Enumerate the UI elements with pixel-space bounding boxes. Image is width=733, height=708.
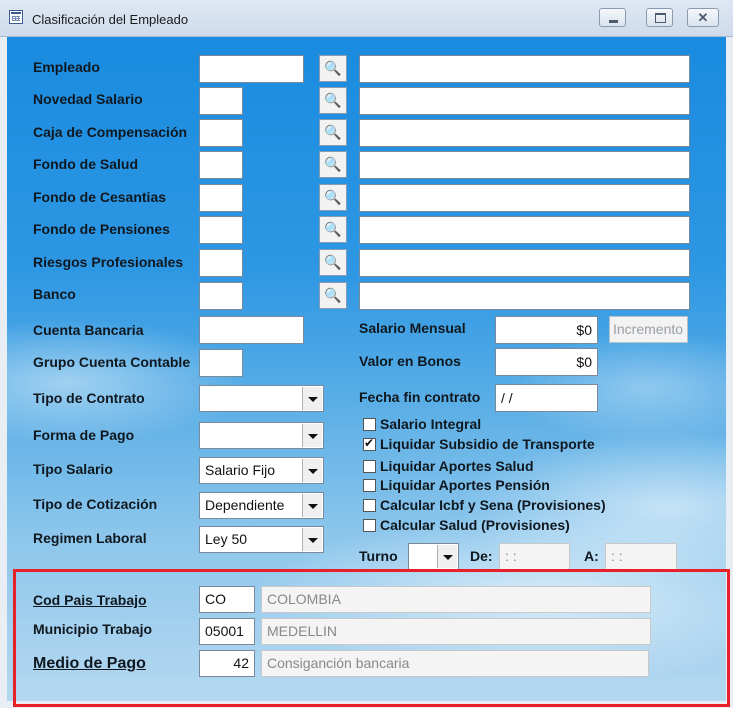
salario-mensual-input[interactable]: $0 [495, 316, 598, 344]
subsidio-transporte-label: Liquidar Subsidio de Transporte [380, 436, 595, 452]
riesgos-profesionales-code-input[interactable] [199, 249, 243, 277]
label-fecha-fin-contrato: Fecha fin contrato [359, 389, 481, 405]
aportes-salud-checkbox[interactable] [363, 460, 376, 473]
chevron-down-icon[interactable] [302, 387, 322, 410]
fondo-salud-search-button[interactable]: 🔍 [319, 151, 347, 178]
highlight-box [13, 569, 730, 707]
calcular-salud-label: Calcular Salud (Provisiones) [380, 517, 570, 533]
salario-integral-checkbox[interactable] [363, 418, 376, 431]
novedad-salario-code-input[interactable] [199, 87, 243, 115]
novedad-salario-desc-field[interactable] [359, 87, 690, 115]
label-grupo-cuenta-contable: Grupo Cuenta Contable [33, 354, 191, 370]
empleado-desc-field[interactable] [359, 55, 690, 83]
caja-compensacion-code-input[interactable] [199, 119, 243, 147]
turno-a-input[interactable]: : : [605, 543, 677, 570]
fondo-pensiones-code-input[interactable] [199, 216, 243, 244]
caja-compensacion-desc-field[interactable] [359, 119, 690, 147]
empleado-code-input[interactable] [199, 55, 304, 83]
riesgos-profesionales-search-button[interactable]: 🔍 [319, 249, 347, 276]
tipo-cotizacion-value: Dependiente [205, 497, 285, 513]
aportes-salud-label: Liquidar Aportes Salud [380, 458, 534, 474]
close-button[interactable]: ✕ [687, 8, 719, 27]
caja-compensacion-search-button[interactable]: 🔍 [319, 119, 347, 146]
icbf-sena-label: Calcular Icbf y Sena (Provisiones) [380, 497, 606, 513]
banco-search-button[interactable]: 🔍 [319, 282, 347, 309]
label-novedad-salario: Novedad Salario [33, 91, 143, 107]
tipo-salario-value: Salario Fijo [205, 462, 276, 478]
regimen-laboral-value: Ley 50 [205, 531, 248, 547]
binoculars-icon: 🔍 [324, 92, 342, 108]
salario-integral-label: Salario Integral [380, 416, 482, 432]
regimen-laboral-select[interactable]: Ley 50 [199, 526, 324, 553]
binoculars-icon: 🔍 [324, 254, 342, 270]
label-empleado: Empleado [33, 59, 100, 75]
aportes-pension-label: Liquidar Aportes Pensión [380, 477, 550, 493]
subsidio-transporte-checkbox[interactable] [363, 436, 376, 451]
riesgos-profesionales-desc-field[interactable] [359, 249, 690, 277]
fondo-pensiones-search-button[interactable]: 🔍 [319, 216, 347, 243]
label-banco: Banco [33, 286, 76, 302]
close-icon: ✕ [697, 10, 709, 25]
fondo-salud-desc-field[interactable] [359, 151, 690, 179]
fondo-cesantias-code-input[interactable] [199, 184, 243, 212]
tipo-salario-select[interactable]: Salario Fijo [199, 457, 324, 484]
banco-desc-field[interactable] [359, 282, 690, 310]
turno-de-input[interactable]: : : [499, 543, 570, 570]
label-riesgos-profesionales: Riesgos Profesionales [33, 254, 184, 270]
grupo-cuenta-contable-input[interactable] [199, 349, 243, 377]
label-fondo-pensiones: Fondo de Pensiones [33, 221, 170, 237]
banco-code-input[interactable] [199, 282, 243, 310]
binoculars-icon: 🔍 [324, 60, 342, 76]
label-valor-bonos: Valor en Bonos [359, 353, 461, 369]
form-icon [9, 10, 23, 24]
fondo-pensiones-desc-field[interactable] [359, 216, 690, 244]
chevron-down-icon[interactable] [302, 528, 322, 551]
valor-bonos-input[interactable]: $0 [495, 348, 598, 376]
binoculars-icon: 🔍 [324, 221, 342, 237]
label-cuenta-bancaria: Cuenta Bancaria [33, 322, 144, 338]
fondo-salud-code-input[interactable] [199, 151, 243, 179]
calcular-salud-checkbox[interactable] [363, 519, 376, 532]
label-turno: Turno [359, 548, 398, 564]
label-a: A: [584, 548, 599, 564]
binoculars-icon: 🔍 [324, 189, 342, 205]
empleado-search-button[interactable]: 🔍 [319, 55, 347, 82]
forma-pago-select[interactable] [199, 422, 324, 449]
aportes-pension-checkbox[interactable] [363, 479, 376, 492]
binoculars-icon: 🔍 [324, 156, 342, 172]
cuenta-bancaria-input[interactable] [199, 316, 304, 344]
fondo-cesantias-desc-field[interactable] [359, 184, 690, 212]
binoculars-icon: 🔍 [324, 287, 342, 303]
label-tipo-salario: Tipo Salario [33, 461, 113, 477]
window-title: Clasificación del Empleado [32, 12, 189, 27]
label-fondo-salud: Fondo de Salud [33, 156, 138, 172]
binoculars-icon: 🔍 [324, 124, 342, 140]
chevron-down-icon[interactable] [437, 545, 457, 568]
label-forma-pago: Forma de Pago [33, 427, 135, 443]
label-tipo-contrato: Tipo de Contrato [33, 390, 145, 406]
title-bar: Clasificación del Empleado ✕ [0, 0, 733, 37]
icbf-sena-checkbox[interactable] [363, 499, 376, 512]
fondo-cesantias-search-button[interactable]: 🔍 [319, 184, 347, 211]
chevron-down-icon[interactable] [302, 494, 322, 517]
tipo-contrato-select[interactable] [199, 385, 324, 412]
maximize-button[interactable] [646, 8, 673, 27]
label-de: De: [470, 548, 493, 564]
label-regimen-laboral: Regimen Laboral [33, 530, 147, 546]
fecha-fin-contrato-input[interactable]: / / [495, 384, 598, 412]
turno-select[interactable] [408, 543, 459, 570]
incremento-button[interactable]: Incremento [609, 316, 688, 343]
label-caja-compensacion: Caja de Compensación [33, 124, 188, 140]
chevron-down-icon[interactable] [302, 424, 322, 447]
label-tipo-cotizacion: Tipo de Cotización [33, 496, 158, 512]
label-fondo-cesantias: Fondo de Cesantias [33, 189, 167, 205]
novedad-salario-search-button[interactable]: 🔍 [319, 87, 347, 114]
tipo-cotizacion-select[interactable]: Dependiente [199, 492, 324, 519]
minimize-button[interactable] [599, 8, 626, 27]
chevron-down-icon[interactable] [302, 459, 322, 482]
label-salario-mensual: Salario Mensual [359, 320, 466, 336]
